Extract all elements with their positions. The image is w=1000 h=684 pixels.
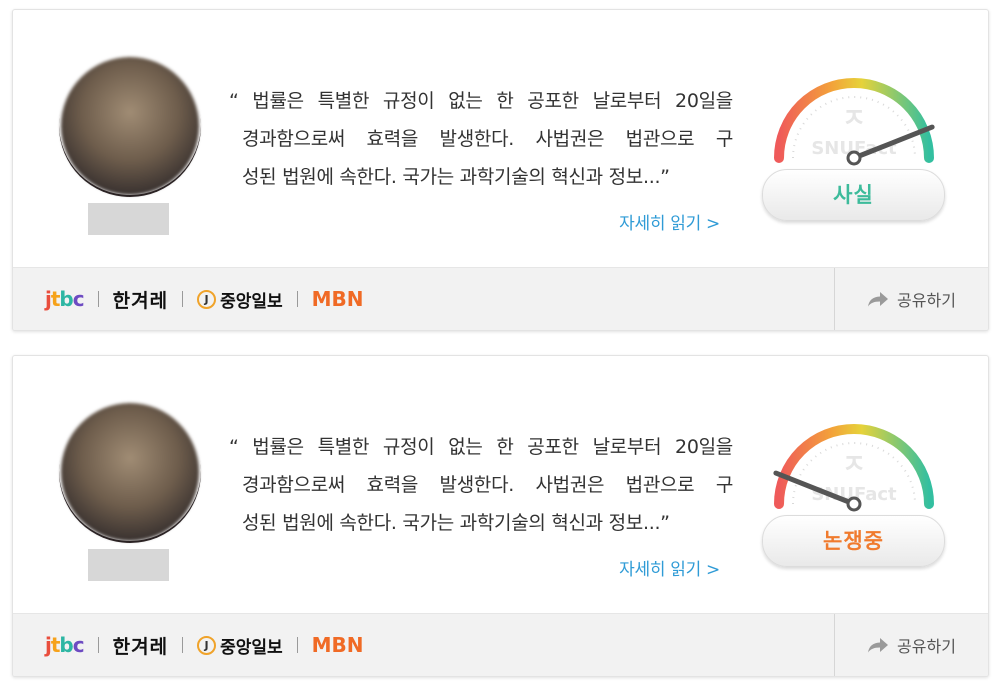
jtbc-logo[interactable]: jtbc [45, 633, 85, 657]
speaker-name-placeholder [88, 549, 169, 581]
quote-text: “ 법률은 특별한 규정이 없는 한 공포한 날로부터 20일을 경과함으로써 … [229, 428, 733, 542]
quote-line: 성된 법원에 속한다. 국가는 과학기술의 혁신과 정보...” [242, 512, 670, 534]
mbn-logo[interactable]: MBN [312, 633, 364, 657]
quote-line: “ 법률은 특별한 규정이 없는 한 공포한 날로부터 20일을 [229, 436, 733, 458]
read-more-link[interactable]: 자세히 읽기 > [619, 555, 720, 580]
media-logos: jtbc 한겨레 J 중앙일보 MBN [45, 268, 364, 330]
truth-gauge: ㅈ SNUFact [773, 424, 934, 512]
media-footer: jtbc 한겨레 J 중앙일보 MBN 공유하기 [13, 613, 988, 676]
media-footer: jtbc 한겨레 J 중앙일보 MBN 공유하기 [13, 267, 988, 330]
mbn-logo[interactable]: MBN [312, 287, 364, 311]
verdict-label: 논쟁중 [823, 529, 884, 553]
media-logos: jtbc 한겨레 J 중앙일보 MBN [45, 614, 364, 676]
share-arrow-icon [868, 638, 889, 653]
quote-line: “ 법률은 특별한 규정이 없는 한 공포한 날로부터 20일을 [229, 90, 733, 112]
divider [97, 637, 99, 653]
quote-text: “ 법률은 특별한 규정이 없는 한 공포한 날로부터 20일을 경과함으로써 … [229, 82, 733, 196]
gauge-hub [846, 496, 862, 512]
joongang-logo[interactable]: J 중앙일보 [197, 633, 283, 658]
speaker-name-placeholder [88, 203, 169, 235]
fact-check-card: “ 법률은 특별한 규정이 없는 한 공포한 날로부터 20일을 경과함으로써 … [12, 9, 989, 331]
share-arrow-icon [868, 292, 889, 307]
joongang-badge-icon: J [197, 289, 217, 309]
gauge-mark: ㅈ [842, 450, 866, 480]
verdict-button[interactable]: 논쟁중 [762, 515, 945, 567]
joongang-logo[interactable]: J 중앙일보 [197, 287, 283, 312]
share-label: 공유하기 [897, 637, 956, 656]
share-button[interactable]: 공유하기 [834, 614, 988, 676]
read-more-link[interactable]: 자세히 읽기 > [619, 209, 720, 234]
divider [182, 637, 184, 653]
jtbc-logo[interactable]: jtbc [45, 287, 85, 311]
quote-line: 경과함으로써 효력을 발생한다. 사법권은 법관으로 구 [242, 474, 733, 496]
share-label: 공유하기 [897, 291, 956, 310]
hani-logo[interactable]: 한겨레 [113, 286, 168, 313]
verdict-label: 사실 [833, 183, 874, 207]
divider [97, 291, 99, 307]
share-button[interactable]: 공유하기 [834, 268, 988, 330]
quote-line: 경과함으로써 효력을 발생한다. 사법권은 법관으로 구 [242, 128, 733, 150]
divider [296, 291, 298, 307]
fact-check-card: “ 법률은 특별한 규정이 없는 한 공포한 날로부터 20일을 경과함으로써 … [12, 355, 989, 677]
divider [296, 637, 298, 653]
joongang-badge-icon: J [197, 635, 217, 655]
gauge-hub [846, 150, 862, 166]
divider [182, 291, 184, 307]
verdict-button[interactable]: 사실 [762, 169, 945, 221]
truth-gauge: ㅈ SNUFact [774, 78, 935, 166]
hani-logo[interactable]: 한겨레 [113, 632, 168, 659]
quote-line: 성된 법원에 속한다. 국가는 과학기술의 혁신과 정보...” [242, 166, 670, 188]
gauge-mark: ㅈ [842, 104, 866, 134]
